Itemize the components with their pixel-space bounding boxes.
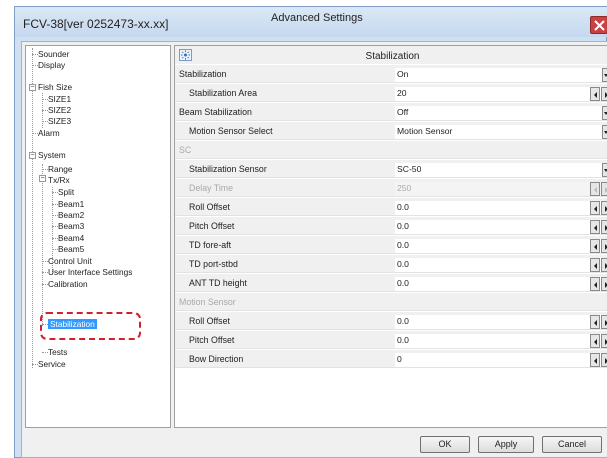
increase-arrow-icon[interactable] bbox=[601, 258, 607, 272]
beam-stabilization-dropdown[interactable]: Off bbox=[395, 106, 607, 120]
chevron-down-icon[interactable] bbox=[602, 68, 607, 82]
setting-row-ant-td-height: ANT TD height 0.0 bbox=[175, 274, 607, 292]
settings-tree: − − − Sounder Display Fish Size SIZE1 SI… bbox=[25, 45, 171, 428]
setting-row-sc-pitch-offset: Pitch Offset 0.0 bbox=[175, 217, 607, 235]
decrease-arrow-icon[interactable] bbox=[590, 220, 600, 234]
sc-roll-offset-spin[interactable]: 0.0 bbox=[395, 201, 607, 215]
stabilization-dropdown[interactable]: On bbox=[395, 68, 607, 82]
tree-item-size3[interactable]: SIZE3 bbox=[48, 116, 71, 127]
tree-item-user-interface-settings[interactable]: User Interface Settings bbox=[48, 267, 132, 278]
chevron-down-icon[interactable] bbox=[602, 106, 607, 120]
td-port-stbd-spin[interactable]: 0.0 bbox=[395, 258, 607, 272]
system-expander-icon[interactable]: − bbox=[29, 152, 36, 159]
tree-item-beam3[interactable]: Beam3 bbox=[58, 221, 84, 232]
increase-arrow-icon bbox=[601, 182, 607, 196]
setting-row-stabilization-sensor: Stabilization Sensor SC-50 bbox=[175, 160, 607, 178]
cancel-button[interactable]: Cancel bbox=[542, 436, 602, 453]
increase-arrow-icon[interactable] bbox=[601, 201, 607, 215]
settings-panel: Stabilization Stabilization On Stabiliza… bbox=[174, 45, 607, 428]
stabilization-highlight-box bbox=[40, 312, 141, 340]
td-fore-aft-spin[interactable]: 0.0 bbox=[395, 239, 607, 253]
tree-item-beam1[interactable]: Beam1 bbox=[58, 199, 84, 210]
increase-arrow-icon[interactable] bbox=[601, 353, 607, 367]
chevron-down-icon[interactable] bbox=[602, 163, 607, 177]
title-bar: FCV-38[ver 0252473-xx.xx] Advanced Setti… bbox=[15, 7, 607, 37]
tree-item-beam4[interactable]: Beam4 bbox=[58, 233, 84, 244]
decrease-arrow-icon[interactable] bbox=[590, 87, 600, 101]
setting-row-td-port-stbd: TD port-stbd 0.0 bbox=[175, 255, 607, 273]
setting-row-ms-pitch-offset: Pitch Offset 0.0 bbox=[175, 331, 607, 349]
motion-sensor-select-dropdown[interactable]: Motion Sensor bbox=[395, 125, 607, 139]
increase-arrow-icon[interactable] bbox=[601, 239, 607, 253]
decrease-arrow-icon bbox=[590, 182, 600, 196]
tree-item-display[interactable]: Display bbox=[38, 60, 65, 71]
section-header-motion-sensor: Motion Sensor bbox=[175, 293, 607, 311]
increase-arrow-icon[interactable] bbox=[601, 220, 607, 234]
advanced-settings-window: FCV-38[ver 0252473-xx.xx] Advanced Setti… bbox=[14, 6, 607, 458]
dialog-title: Advanced Settings bbox=[271, 12, 363, 24]
increase-arrow-icon[interactable] bbox=[601, 87, 607, 101]
stabilization-sensor-dropdown[interactable]: SC-50 bbox=[395, 163, 607, 177]
txrx-expander-icon[interactable]: − bbox=[39, 175, 46, 182]
tree-item-beam5[interactable]: Beam5 bbox=[58, 244, 84, 255]
chevron-down-icon[interactable] bbox=[602, 125, 607, 139]
stabilization-area-spin[interactable]: 20 bbox=[395, 87, 607, 101]
tree-item-service[interactable]: Service bbox=[38, 359, 66, 370]
section-header-sc: SC bbox=[175, 141, 607, 159]
close-icon bbox=[594, 20, 605, 31]
ms-roll-offset-spin[interactable]: 0.0 bbox=[395, 315, 607, 329]
ok-button[interactable]: OK bbox=[420, 436, 470, 453]
increase-arrow-icon[interactable] bbox=[601, 334, 607, 348]
decrease-arrow-icon[interactable] bbox=[590, 334, 600, 348]
close-button[interactable] bbox=[590, 16, 607, 34]
apply-button[interactable]: Apply bbox=[478, 436, 534, 453]
dialog-body: − − − Sounder Display Fish Size SIZE1 SI… bbox=[21, 41, 607, 458]
tree-item-tests[interactable]: Tests bbox=[48, 347, 67, 358]
ms-pitch-offset-spin[interactable]: 0.0 bbox=[395, 334, 607, 348]
delay-time-spin: 250 bbox=[395, 182, 607, 196]
tree-item-range[interactable]: Range bbox=[48, 164, 72, 175]
decrease-arrow-icon[interactable] bbox=[590, 315, 600, 329]
increase-arrow-icon[interactable] bbox=[601, 277, 607, 291]
tree-item-txrx[interactable]: Tx/Rx bbox=[48, 175, 70, 186]
tree-item-control-unit[interactable]: Control Unit bbox=[48, 256, 92, 267]
panel-title: Stabilization bbox=[365, 51, 420, 62]
sc-pitch-offset-spin[interactable]: 0.0 bbox=[395, 220, 607, 234]
setting-row-ms-roll-offset: Roll Offset 0.0 bbox=[175, 312, 607, 330]
decrease-arrow-icon[interactable] bbox=[590, 258, 600, 272]
decrease-arrow-icon[interactable] bbox=[590, 201, 600, 215]
setting-row-stabilization-area: Stabilization Area 20 bbox=[175, 84, 607, 102]
setting-row-td-fore-aft: TD fore-aft 0.0 bbox=[175, 236, 607, 254]
increase-arrow-icon[interactable] bbox=[601, 315, 607, 329]
tree-item-calibration[interactable]: Calibration bbox=[48, 279, 88, 290]
tree-item-size1[interactable]: SIZE1 bbox=[48, 94, 71, 105]
setting-row-bow-direction: Bow Direction 0 bbox=[175, 350, 607, 368]
setting-row-sc-roll-offset: Roll Offset 0.0 bbox=[175, 198, 607, 216]
setting-row-stabilization: Stabilization On bbox=[175, 65, 607, 83]
tree-item-system[interactable]: System bbox=[38, 150, 66, 161]
setting-row-beam-stabilization: Beam Stabilization Off bbox=[175, 103, 607, 121]
panel-header: Stabilization bbox=[175, 46, 607, 64]
setting-row-delay-time: Delay Time 250 bbox=[175, 179, 607, 197]
decrease-arrow-icon[interactable] bbox=[590, 353, 600, 367]
setting-row-motion-sensor-select: Motion Sensor Select Motion Sensor bbox=[175, 122, 607, 140]
tree-item-alarm[interactable]: Alarm bbox=[38, 128, 60, 139]
tree-item-size2[interactable]: SIZE2 bbox=[48, 105, 71, 116]
tree-item-beam2[interactable]: Beam2 bbox=[58, 210, 84, 221]
fish-size-expander-icon[interactable]: − bbox=[29, 84, 36, 91]
ant-td-height-spin[interactable]: 0.0 bbox=[395, 277, 607, 291]
app-title: FCV-38[ver 0252473-xx.xx] bbox=[23, 17, 169, 31]
decrease-arrow-icon[interactable] bbox=[590, 239, 600, 253]
tree-item-split[interactable]: Split bbox=[58, 187, 74, 198]
bow-direction-spin[interactable]: 0 bbox=[395, 353, 607, 367]
decrease-arrow-icon[interactable] bbox=[590, 277, 600, 291]
tree-item-sounder[interactable]: Sounder bbox=[38, 49, 69, 60]
tree-item-fish-size[interactable]: Fish Size bbox=[38, 82, 72, 93]
